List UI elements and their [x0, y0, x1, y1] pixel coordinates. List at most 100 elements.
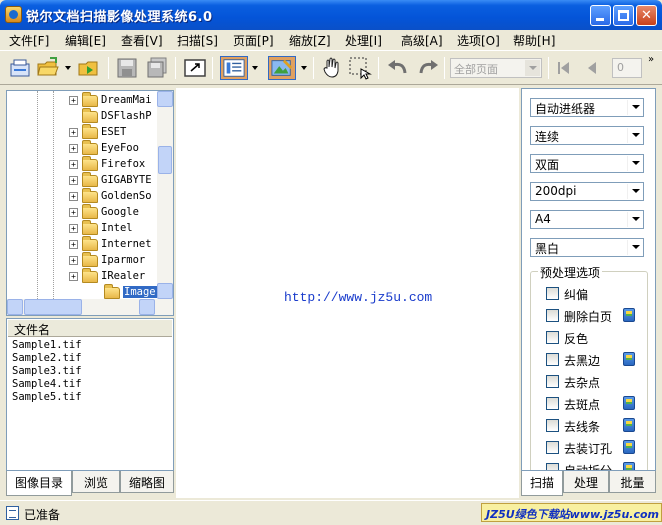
checkbox[interactable] — [546, 353, 559, 366]
menu-help[interactable]: 帮助[H] — [513, 31, 555, 50]
settings-icon[interactable] — [623, 352, 635, 366]
expand-icon[interactable]: + — [69, 272, 78, 281]
checkbox[interactable] — [546, 375, 559, 388]
view-dropdown-icon[interactable] — [252, 66, 258, 70]
preprocess-option[interactable]: 去黑边 — [546, 351, 646, 369]
checkbox[interactable] — [546, 309, 559, 322]
expand-icon[interactable]: + — [69, 224, 78, 233]
scroll-up-icon[interactable] — [157, 91, 173, 107]
tab-browse[interactable]: 浏览 — [72, 471, 120, 493]
tab-scan[interactable]: 扫描 — [521, 471, 563, 496]
preprocess-option[interactable]: 反色 — [546, 329, 646, 347]
expand-icon[interactable]: + — [69, 96, 78, 105]
page-range-select[interactable]: 全部页面 — [450, 58, 542, 78]
checkbox[interactable] — [546, 419, 559, 432]
list-item[interactable]: Sample4.tif — [12, 378, 82, 390]
tree-item[interactable]: + Internet — [7, 236, 159, 253]
scroll-h-thumb[interactable] — [24, 299, 82, 315]
color-mode-select[interactable]: 黑白 — [530, 238, 644, 257]
image-canvas[interactable]: http://www.jz5u.com — [176, 88, 519, 498]
tab-batch[interactable]: 批量 — [609, 471, 656, 493]
scanner-icon[interactable] — [8, 56, 32, 80]
scroll-left-icon[interactable] — [7, 299, 23, 315]
list-item[interactable]: Sample5.tif — [12, 391, 82, 403]
expand-icon[interactable]: + — [69, 192, 78, 201]
open-dropdown-icon[interactable] — [65, 66, 71, 70]
import-folder-icon[interactable] — [77, 56, 101, 80]
checkbox[interactable] — [546, 441, 559, 454]
open-folder-icon[interactable] — [36, 56, 60, 80]
scroll-thumb[interactable] — [158, 146, 172, 174]
tree-item[interactable]: + DreamMai — [7, 92, 159, 109]
settings-icon[interactable] — [623, 308, 635, 322]
expand-icon[interactable]: + — [69, 256, 78, 265]
prev-page-icon[interactable] — [583, 56, 601, 80]
select-area-icon[interactable] — [348, 56, 372, 80]
settings-icon[interactable] — [623, 396, 635, 410]
website-link[interactable]: http://www.jz5u.com — [284, 290, 432, 305]
preprocess-option[interactable]: 去装订孔 — [546, 439, 646, 457]
undo-icon[interactable] — [386, 56, 410, 80]
menu-page[interactable]: 页面[P] — [233, 31, 274, 50]
mode-select[interactable]: 连续 — [530, 126, 644, 145]
tree-item[interactable]: + Intel — [7, 220, 159, 237]
checkbox[interactable] — [546, 287, 559, 300]
scroll-right-icon[interactable] — [139, 299, 155, 315]
toolbar-overflow-icon[interactable]: » — [648, 54, 654, 65]
checkbox[interactable] — [546, 331, 559, 344]
minimize-button[interactable] — [590, 5, 611, 26]
settings-icon[interactable] — [623, 440, 635, 454]
tree-item[interactable]: + IRealer — [7, 268, 159, 285]
expand-icon[interactable]: + — [69, 128, 78, 137]
tree-item[interactable]: + Iparmor — [7, 252, 159, 269]
tree-item[interactable]: + ESET — [7, 124, 159, 141]
preprocess-option[interactable]: 去线条 — [546, 417, 646, 435]
menu-edit[interactable]: 编辑[E] — [65, 31, 106, 50]
close-button[interactable]: ✕ — [636, 5, 657, 26]
preprocess-option[interactable]: 去杂点 — [546, 373, 646, 391]
tree-horizontal-scrollbar[interactable] — [7, 299, 173, 315]
tree-item[interactable]: + Firefox — [7, 156, 159, 173]
tree-vertical-scrollbar[interactable] — [157, 91, 173, 299]
menu-view[interactable]: 查看[V] — [121, 31, 163, 50]
first-page-icon[interactable] — [555, 56, 573, 80]
image-dropdown-icon[interactable] — [301, 66, 307, 70]
menu-process[interactable]: 处理[I] — [345, 31, 382, 50]
settings-icon[interactable] — [623, 418, 635, 432]
expand-icon[interactable]: + — [69, 208, 78, 217]
preprocess-option[interactable]: 纠偏 — [546, 285, 646, 303]
menu-file[interactable]: 文件[F] — [9, 31, 49, 50]
expand-icon[interactable]: + — [69, 176, 78, 185]
redo-icon[interactable] — [416, 56, 440, 80]
expand-icon[interactable]: + — [69, 160, 78, 169]
resolution-select[interactable]: 200dpi — [530, 182, 644, 201]
list-view-icon[interactable] — [220, 56, 248, 80]
save-all-icon[interactable] — [145, 56, 169, 80]
fit-window-icon[interactable] — [183, 56, 207, 80]
preprocess-option[interactable]: 自动拆分 — [546, 461, 646, 470]
menu-zoom[interactable]: 缩放[Z] — [289, 31, 331, 50]
preprocess-option[interactable]: 删除白页 — [546, 307, 646, 325]
page-number-input[interactable]: 0 — [612, 58, 642, 78]
checkbox[interactable] — [546, 397, 559, 410]
expand-icon[interactable]: + — [69, 144, 78, 153]
image-edit-icon[interactable] — [268, 56, 296, 80]
preprocess-option[interactable]: 去斑点 — [546, 395, 646, 413]
tab-thumbnails[interactable]: 缩略图 — [120, 471, 174, 493]
menu-options[interactable]: 选项[O] — [457, 31, 500, 50]
list-item[interactable]: Sample3.tif — [12, 365, 82, 377]
scroll-down-icon[interactable] — [157, 283, 173, 299]
tree-item[interactable]: + GIGABYTE — [7, 172, 159, 189]
list-item[interactable]: Sample2.tif — [12, 352, 82, 364]
menu-scan[interactable]: 扫描[S] — [177, 31, 218, 50]
paper-size-select[interactable]: A4 — [530, 210, 644, 229]
tree-item[interactable]: + GoldenSo — [7, 188, 159, 205]
tree-item[interactable]: + Google — [7, 204, 159, 221]
maximize-button[interactable] — [613, 5, 634, 26]
filename-column-header[interactable]: 文件名 — [8, 320, 172, 337]
hand-pan-icon[interactable] — [320, 56, 344, 80]
tree-item[interactable]: + EyeFoo — [7, 140, 159, 157]
settings-icon[interactable] — [623, 462, 635, 470]
tree-item[interactable]: DSFlashP — [7, 108, 159, 125]
list-item[interactable]: Sample1.tif — [12, 339, 82, 351]
